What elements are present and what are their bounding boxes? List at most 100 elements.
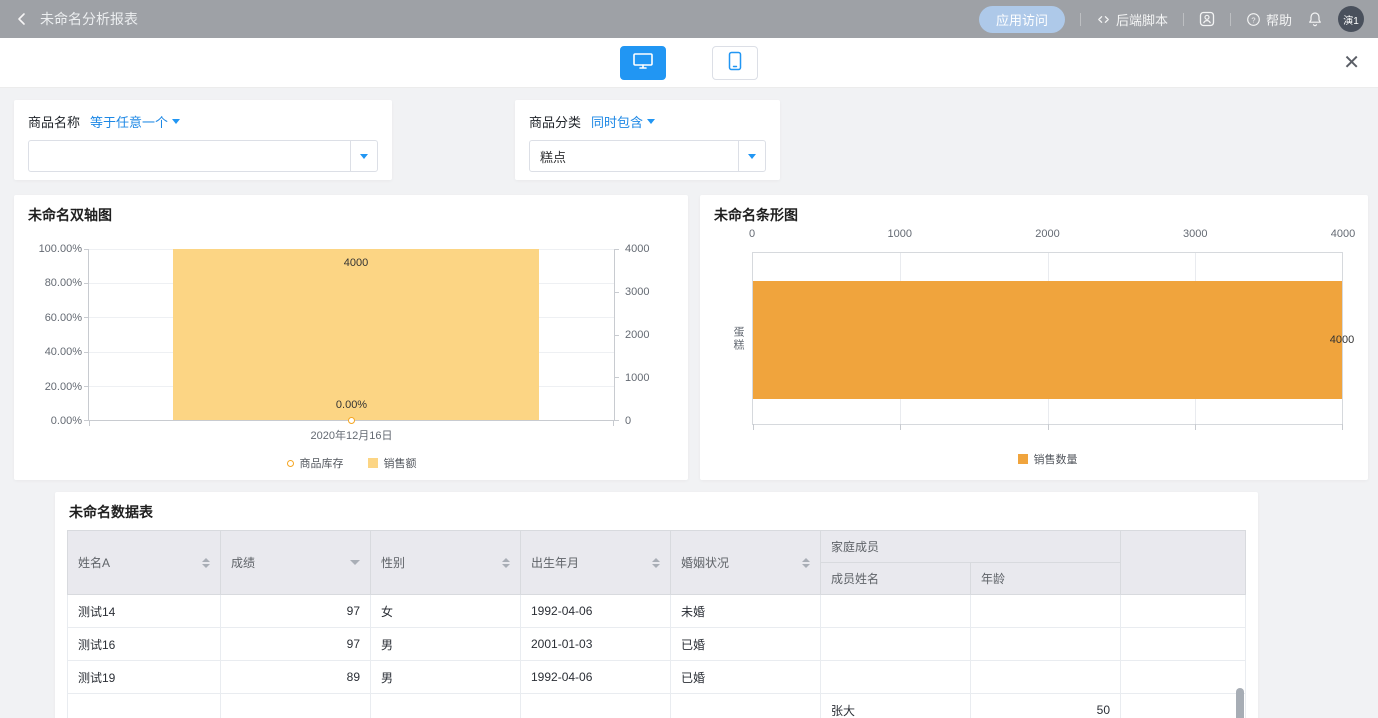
chevron-down-icon [360, 154, 368, 159]
backend-script-label: 后端脚本 [1116, 10, 1168, 29]
table-row[interactable]: 测试19 89 男 1992-04-06 已婚 [68, 661, 1246, 694]
axis-tick [753, 424, 754, 430]
report-preview-screen: 未命名分析报表 应用访问 后端脚本 ? 帮助 [0, 0, 1378, 718]
filter-operator-label: 同时包含 [591, 112, 643, 131]
inventory-point[interactable] [348, 417, 355, 424]
dual-axis-chart-panel: 未命名双轴图 100.00% 80.00% 60.00% 40.00% 20.0… [14, 195, 688, 480]
axis-tick-label: 20.00% [45, 381, 82, 393]
column-header-empty [1121, 531, 1246, 595]
table-row[interactable]: 测试14 97 女 1992-04-06 未婚 [68, 595, 1246, 628]
bell-icon[interactable] [1307, 11, 1323, 27]
help-button[interactable]: ? 帮助 [1246, 10, 1292, 29]
avatar[interactable]: 演1 [1338, 6, 1364, 32]
axis-tick-label: 0.00% [51, 415, 82, 427]
column-header-score[interactable]: 成绩 [221, 531, 371, 595]
svg-text:?: ? [1251, 15, 1255, 24]
column-header-name[interactable]: 姓名A [68, 531, 221, 595]
bar-value-label: 4000 [173, 257, 539, 269]
chart-legend: 商品库存 销售额 [88, 455, 615, 471]
chevron-down-icon [647, 119, 655, 124]
report-canvas: 商品名称 等于任意一个 商品分类 同时包含 [0, 88, 1378, 718]
column-header-birth[interactable]: 出生年月 [521, 531, 671, 595]
axis-tick [614, 292, 619, 293]
square-marker-icon [368, 458, 378, 468]
axis-tick [900, 424, 901, 430]
quantity-bar[interactable]: 4000 [753, 281, 1342, 399]
filter-operator-dropdown[interactable]: 同时包含 [591, 112, 655, 131]
filter-value-input[interactable] [29, 141, 350, 171]
divider [1230, 13, 1231, 26]
table-row[interactable]: 张大 50 [68, 694, 1246, 718]
filter-value-row: 糕点 [529, 140, 766, 172]
axis-tick-label: 40.00% [45, 346, 82, 358]
column-group-family: 家庭成员 [821, 531, 1121, 563]
column-header-member-name[interactable]: 成员姓名 [821, 563, 971, 595]
page-title: 未命名分析报表 [40, 9, 138, 29]
legend-label: 商品库存 [300, 455, 344, 471]
chevron-down-icon [172, 119, 180, 124]
help-label: 帮助 [1266, 10, 1292, 29]
filter-dropdown-button[interactable] [350, 141, 377, 171]
axis-tick-label: 4000 [1331, 228, 1355, 240]
question-icon: ? [1246, 12, 1261, 27]
axis-tick-label: 2000 [1035, 228, 1059, 240]
axis-tick-label: 3000 [1183, 228, 1207, 240]
sort-icon[interactable] [802, 558, 810, 568]
table-title: 未命名数据表 [69, 502, 153, 522]
legend-item-quantity[interactable]: 销售数量 [1018, 451, 1078, 467]
sales-bar[interactable]: 4000 [173, 249, 539, 420]
axis-tick [1342, 424, 1343, 430]
table-row[interactable]: 测试16 97 男 2001-01-03 已婚 [68, 628, 1246, 661]
filter-product-category: 商品分类 同时包含 糕点 [515, 100, 780, 180]
axis-tick [613, 420, 614, 426]
axis-tick [84, 352, 89, 353]
right-axis-labels: 4000 3000 2000 1000 0 [625, 249, 677, 421]
axis-tick [84, 317, 89, 318]
divider [1183, 13, 1184, 26]
axis-tick-label: 1000 [625, 372, 649, 384]
dual-axis-plot: 4000 0.00% 2020年12月16日 [88, 249, 615, 421]
backend-script-button[interactable]: 后端脚本 [1096, 10, 1168, 29]
point-value-label: 0.00% [336, 399, 367, 411]
app-access-button[interactable]: 应用访问 [979, 6, 1065, 33]
legend-item-inventory[interactable]: 商品库存 [287, 455, 344, 471]
sort-icon[interactable] [502, 558, 510, 568]
divider [1080, 13, 1081, 26]
legend-label: 销售额 [384, 455, 417, 471]
back-icon[interactable] [14, 11, 30, 27]
filter-selected-value[interactable]: 糕点 [530, 141, 738, 171]
axis-tick-label: 100.00% [39, 243, 82, 255]
axis-tick [614, 420, 619, 421]
filter-head: 商品分类 同时包含 [529, 112, 766, 131]
legend-item-sales[interactable]: 销售额 [368, 455, 417, 471]
filter-label: 商品名称 [28, 112, 80, 131]
axis-tick [1195, 424, 1196, 430]
chevron-down-icon [748, 154, 756, 159]
bar-value-label: 4000 [1330, 334, 1354, 346]
mobile-view-button[interactable] [712, 46, 758, 80]
device-toggle-group [620, 46, 758, 80]
filter-operator-dropdown[interactable]: 等于任意一个 [90, 112, 180, 131]
column-header-age[interactable]: 年龄 [971, 563, 1121, 595]
user-icon[interactable] [1199, 11, 1215, 27]
sort-icon[interactable] [202, 558, 210, 568]
vertical-scrollbar-thumb[interactable] [1236, 688, 1244, 718]
axis-tick-label: 60.00% [45, 312, 82, 324]
data-table-panel: 未命名数据表 姓名A 成绩 [55, 492, 1258, 718]
column-header-gender[interactable]: 性别 [371, 531, 521, 595]
sort-icon[interactable] [652, 558, 660, 568]
app-header: 未命名分析报表 应用访问 后端脚本 ? 帮助 [0, 0, 1378, 38]
filter-dropdown-button[interactable] [738, 141, 765, 171]
device-toggle-bar: ✕ [0, 38, 1378, 88]
close-icon[interactable]: ✕ [1343, 53, 1360, 73]
column-header-marital[interactable]: 婚姻状况 [671, 531, 821, 595]
filter-head: 商品名称 等于任意一个 [28, 112, 378, 131]
x-category-label: 2020年12月16日 [311, 427, 393, 443]
axis-tick-label: 3000 [625, 286, 649, 298]
left-axis-labels: 100.00% 80.00% 60.00% 40.00% 20.00% 0.00… [22, 249, 82, 421]
top-axis-labels: 0 1000 2000 3000 4000 [752, 228, 1343, 242]
filter-caret-icon[interactable] [350, 560, 360, 565]
circle-marker-icon [287, 460, 294, 467]
header-actions: 应用访问 后端脚本 ? 帮助 演1 [979, 6, 1364, 33]
desktop-view-button[interactable] [620, 46, 666, 80]
